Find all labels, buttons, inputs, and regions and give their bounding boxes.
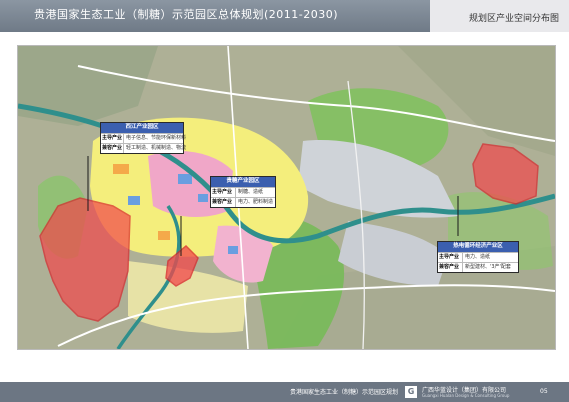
footer-project-name: 贵港国家生态工业（制糖）示范园区规划 [290, 389, 399, 396]
callout-row: 主导产业 电力、造纸 [438, 251, 518, 262]
section-title: 规划区产业空间分布图 [468, 14, 559, 24]
callout-label: 主导产业 [102, 133, 125, 143]
guitang-callout: 贵糖产业园区 主导产业 制糖、造纸 兼容产业 电力、肥料制造 [210, 176, 276, 208]
mixed-use-block [113, 164, 129, 174]
callout-label: 兼容产业 [102, 143, 125, 153]
mixed-use-block [158, 231, 170, 240]
footer-bar: 贵港国家生态工业（制糖）示范园区规划 G 广西华蓝设计（集团）有限公司 Guan… [0, 382, 569, 402]
document-title: 贵港国家生态工业（制糖）示范园区总体规划(2011-2030) [34, 8, 339, 21]
callout-row: 兼容产业 轻工制造、机械制造、物流 [101, 142, 186, 153]
callout-label: 兼容产业 [438, 262, 463, 272]
public-facility [128, 196, 140, 205]
header-bar: 贵港国家生态工业（制糖）示范园区总体规划(2011-2030) 规划区产业空间分… [0, 0, 569, 32]
callout-value: 轻工制造、机械制造、物流 [126, 144, 187, 151]
callout-row: 兼容产业 电力、肥料制造 [211, 196, 275, 207]
public-facility [228, 246, 238, 254]
callout-value: 电力、肥料制造 [237, 198, 273, 205]
callout-value: 新型建材、'3产'配套 [465, 263, 511, 270]
callout-value: 电子信息、节能环保新材料 [126, 134, 187, 141]
callout-title: 贵糖产业园区 [211, 177, 275, 187]
public-facility [198, 194, 208, 202]
callout-label: 主导产业 [211, 187, 236, 197]
circular-callout: 热电循环经济产业区 主导产业 电力、造纸 兼容产业 新型建材、'3产'配套 [437, 241, 519, 273]
callout-label: 主导产业 [438, 252, 463, 262]
callout-row: 兼容产业 新型建材、'3产'配套 [438, 261, 518, 272]
callout-title: 热电循环经济产业区 [438, 242, 518, 252]
xijiang-callout: 西江产业园区 主导产业 电子信息、节能环保新材料 兼容产业 轻工制造、机械制造、… [100, 122, 186, 154]
callout-value: 电力、造纸 [465, 253, 491, 260]
land-use-map: 西江产业园区 主导产业 电子信息、节能环保新材料 兼容产业 轻工制造、机械制造、… [17, 45, 556, 350]
callout-row: 主导产业 电子信息、节能环保新材料 [101, 132, 186, 143]
page-number: 05 [540, 388, 548, 395]
map-canvas [18, 46, 555, 349]
company-logo-icon: G [405, 386, 417, 398]
callout-label: 兼容产业 [211, 197, 236, 207]
footer-company-name-en: Guangxi Hualan Design & Consulting Group [422, 393, 510, 398]
callout-value: 制糖、造纸 [238, 188, 264, 195]
section-tab: 规划区产业空间分布图 [430, 0, 569, 32]
callout-title: 西江产业园区 [101, 123, 183, 133]
callout-row: 主导产业 制糖、造纸 [211, 186, 275, 197]
public-facility [178, 174, 192, 184]
